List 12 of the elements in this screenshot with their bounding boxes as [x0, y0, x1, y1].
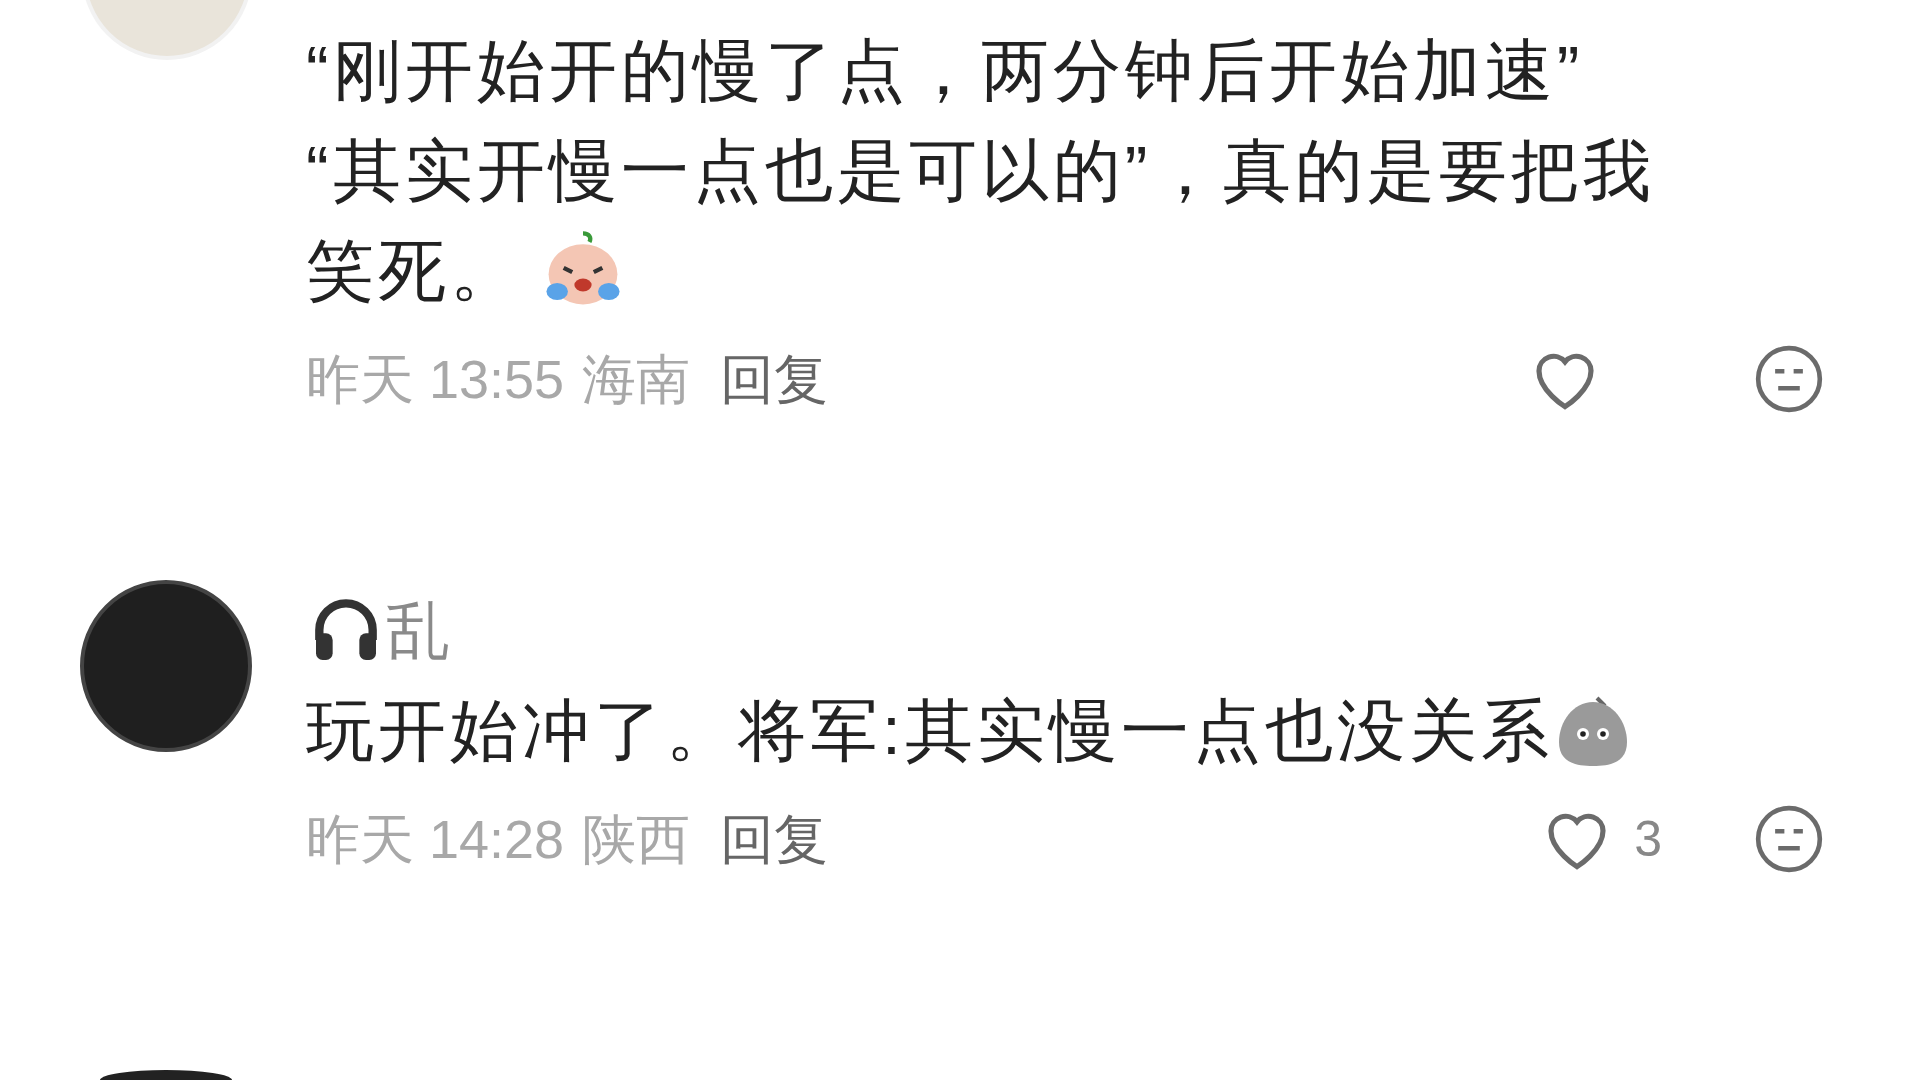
like-button[interactable]: 3 [1492, 800, 1662, 878]
comment-time: 昨天 14:28 [306, 807, 565, 871]
comment-text: “其实开慢一点也是可以的”，真的是要把我 [306, 131, 1656, 210]
reply-button[interactable]: 回复 [720, 798, 829, 880]
comment-location: 海南 [582, 347, 691, 411]
comment-time: 昨天 13:55 [306, 347, 565, 411]
comment-text: 玩开始冲了。将军:其实慢一点也没关系 [306, 691, 1553, 770]
username[interactable]: 乱 [386, 582, 450, 678]
comment-location: 陕西 [582, 807, 691, 871]
reply-button[interactable]: 回复 [720, 338, 829, 420]
comment-text: 笑死。 [306, 231, 522, 310]
comment-text: “刚开始开的慢了点，两分钟后开始加速” [306, 31, 1584, 110]
